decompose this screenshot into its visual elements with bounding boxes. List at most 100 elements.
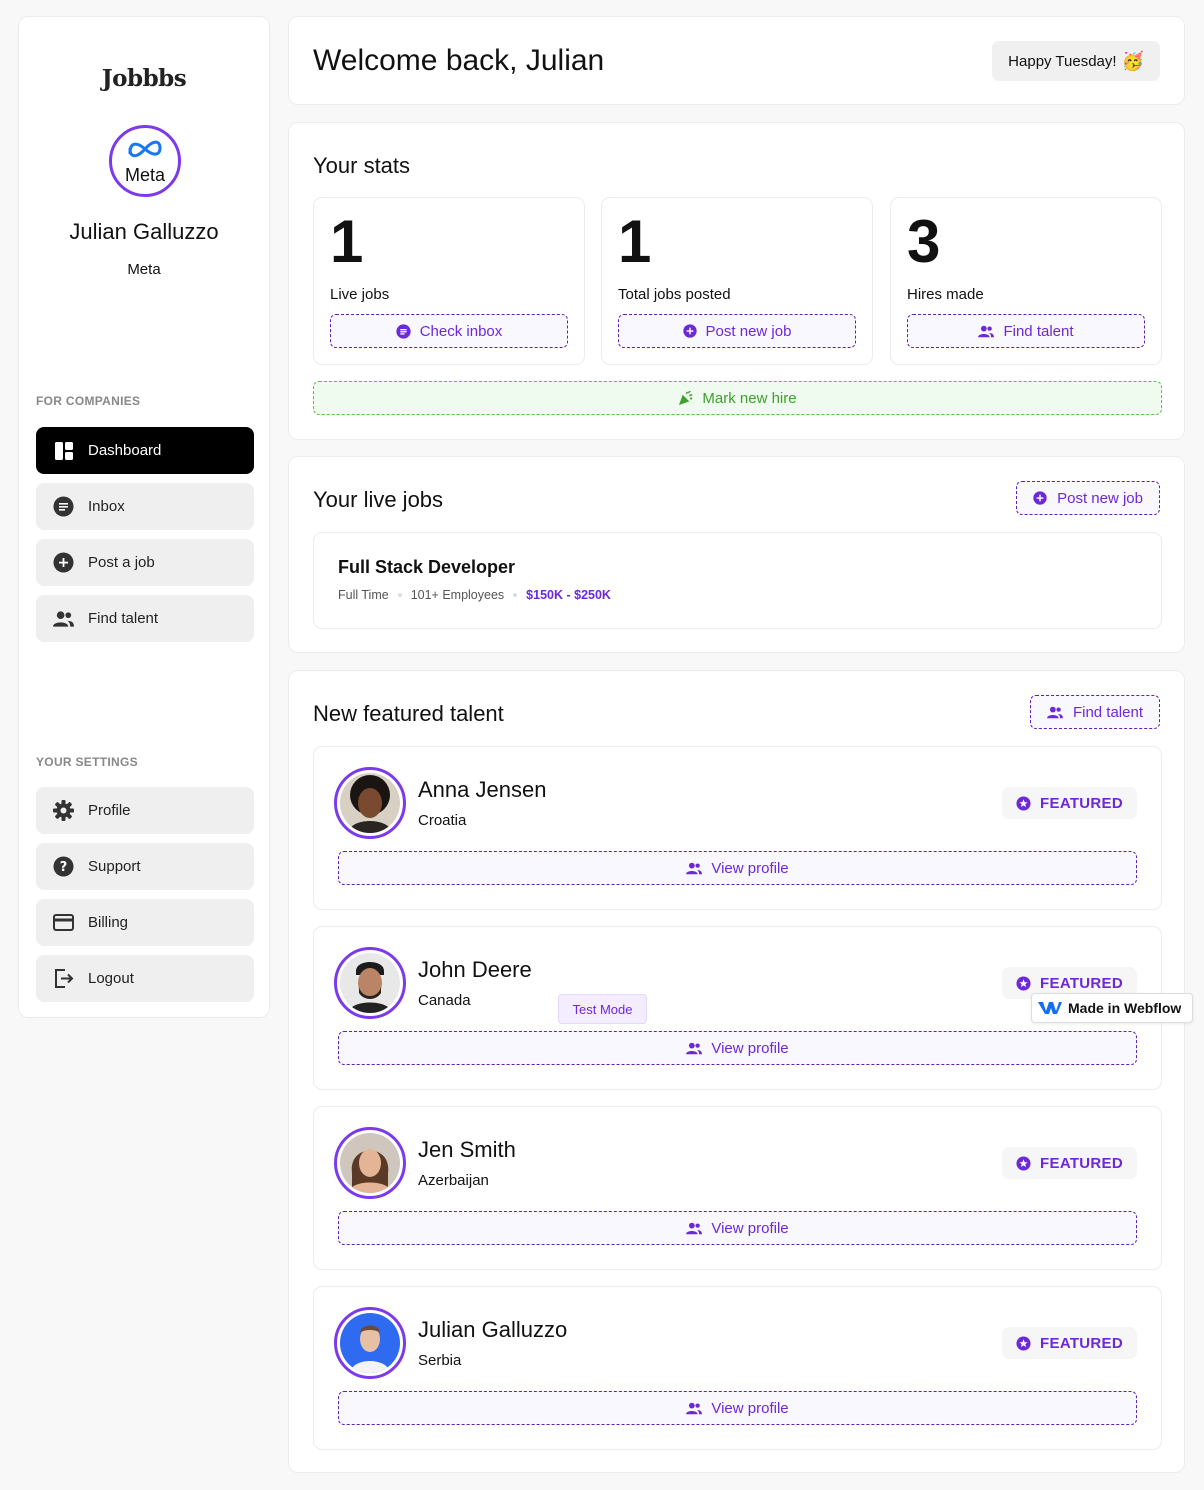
plus-circle-icon: [1033, 491, 1047, 505]
greeting-text: Happy Tuesday!: [1008, 52, 1117, 70]
stat-label: Hires made: [907, 286, 984, 303]
talent-card: Jen Smith Azerbaijan FEATURED View profi…: [313, 1106, 1162, 1270]
post-new-job-button[interactable]: Post new job: [618, 314, 856, 348]
sidebar-item-find-talent[interactable]: Find talent: [36, 595, 254, 642]
party-popper-icon: [678, 390, 693, 406]
inbox-icon: [396, 323, 411, 339]
users-icon: [686, 862, 703, 875]
view-profile-button[interactable]: View profile: [338, 851, 1137, 885]
gear-icon: [53, 800, 74, 821]
stat-value: 1: [330, 208, 364, 275]
section-title-companies: FOR COMPANIES: [36, 394, 141, 408]
sidebar-item-label: Support: [88, 858, 141, 875]
separator-dot: [513, 593, 518, 597]
webflow-badge-label: Made in Webflow: [1068, 1000, 1182, 1016]
plus-circle-icon: [682, 324, 697, 338]
button-label: Post new job: [1057, 489, 1143, 507]
talent-location: Croatia: [418, 812, 467, 829]
button-label: Mark new hire: [702, 389, 797, 407]
users-icon: [978, 325, 995, 338]
job-meta: Full Time 101+ Employees $150K - $250K: [338, 588, 611, 602]
users-icon: [686, 1042, 703, 1055]
company-logo-text: Meta: [124, 165, 166, 185]
sidebar-item-dashboard[interactable]: Dashboard: [36, 427, 254, 474]
view-profile-button[interactable]: View profile: [338, 1391, 1137, 1425]
button-label: Post new job: [705, 322, 792, 340]
test-mode-badge: Test Mode: [558, 994, 647, 1024]
talent-name: Julian Galluzzo: [418, 1317, 568, 1342]
made-in-webflow-badge[interactable]: Made in Webflow: [1031, 993, 1193, 1023]
button-label: View profile: [711, 1399, 789, 1417]
button-label: View profile: [711, 859, 789, 877]
inbox-icon: [53, 496, 74, 517]
sidebar-item-inbox[interactable]: Inbox: [36, 483, 254, 530]
company-logo: Meta: [109, 125, 181, 197]
logout-icon: [53, 968, 74, 989]
star-badge-icon: [1016, 975, 1031, 991]
avatar[interactable]: [334, 1307, 406, 1379]
find-talent-button[interactable]: Find talent: [1029, 695, 1160, 729]
button-label: Check inbox: [419, 322, 503, 340]
featured-talent-section: New featured talent Find talent Anna Jen…: [288, 670, 1185, 1473]
button-label: Find talent: [1072, 703, 1143, 721]
sidebar-item-label: Dashboard: [88, 442, 162, 459]
talent-card: Julian Galluzzo Serbia FEATURED View pro…: [313, 1286, 1162, 1450]
sidebar-item-label: Post a job: [88, 554, 155, 571]
talent-name: Anna Jensen: [418, 777, 547, 802]
party-emoji-icon: 🥳: [1121, 50, 1144, 71]
talent-name: John Deere: [418, 957, 532, 982]
featured-talent-title: New featured talent: [313, 701, 504, 726]
app-logo[interactable]: Jobbbs: [19, 65, 269, 92]
star-badge-icon: [1016, 1335, 1031, 1351]
sidebar-item-logout[interactable]: Logout: [36, 955, 254, 1002]
plus-circle-icon: [53, 552, 74, 573]
talent-location: Canada: [418, 992, 471, 1009]
users-icon: [686, 1402, 703, 1415]
job-card[interactable]: Full Stack Developer Full Time 101+ Empl…: [313, 532, 1162, 629]
stat-label: Total jobs posted: [618, 286, 731, 303]
button-label: View profile: [711, 1039, 789, 1057]
job-salary: $150K - $250K: [526, 588, 611, 602]
svg-text:?: ?: [60, 860, 68, 875]
star-badge-icon: [1016, 1155, 1031, 1171]
welcome-header: Welcome back, Julian Happy Tuesday! 🥳: [288, 16, 1185, 105]
sidebar-item-billing[interactable]: Billing: [36, 899, 254, 946]
talent-location: Serbia: [418, 1352, 462, 1369]
credit-card-icon: [53, 912, 74, 933]
badge-label: FEATURED: [1040, 1154, 1123, 1172]
live-jobs-title: Your live jobs: [313, 487, 444, 512]
company-size: 101+ Employees: [410, 588, 505, 602]
sidebar-item-profile[interactable]: Profile: [36, 787, 254, 834]
view-profile-button[interactable]: View profile: [338, 1031, 1137, 1065]
talent-location: Azerbaijan: [418, 1172, 489, 1189]
webflow-logo-icon: [1038, 1000, 1062, 1016]
avatar[interactable]: [334, 947, 406, 1019]
page-title: Welcome back, Julian: [313, 44, 605, 77]
sidebar-item-label: Billing: [88, 914, 129, 931]
avatar[interactable]: [334, 767, 406, 839]
dashboard-icon: [53, 440, 74, 461]
users-icon: [53, 608, 74, 629]
sidebar-item-post-job[interactable]: Post a job: [36, 539, 254, 586]
separator-dot: [397, 593, 402, 597]
sidebar-item-label: Profile: [88, 802, 131, 819]
star-badge-icon: [1016, 795, 1031, 811]
featured-badge: FEATURED: [1002, 1147, 1137, 1179]
find-talent-button[interactable]: Find talent: [907, 314, 1145, 348]
mark-new-hire-button[interactable]: Mark new hire: [313, 381, 1162, 415]
live-jobs-section: Your live jobs Post new job Full Stack D…: [288, 456, 1185, 653]
check-inbox-button[interactable]: Check inbox: [330, 314, 568, 348]
help-icon: ?: [53, 856, 74, 877]
avatar[interactable]: [334, 1127, 406, 1199]
button-label: View profile: [711, 1219, 789, 1237]
sidebar-item-support[interactable]: ? Support: [36, 843, 254, 890]
badge-label: FEATURED: [1040, 974, 1123, 992]
badge-label: FEATURED: [1040, 794, 1123, 812]
view-profile-button[interactable]: View profile: [338, 1211, 1137, 1245]
featured-badge: FEATURED: [1002, 787, 1137, 819]
stat-card-hires: 3 Hires made Find talent: [890, 197, 1162, 365]
user-company: Meta: [127, 261, 161, 278]
stats-section: Your stats 1 Live jobs Check inbox 1 Tot…: [288, 122, 1185, 440]
post-new-job-button[interactable]: Post new job: [1016, 481, 1160, 515]
job-title[interactable]: Full Stack Developer: [338, 557, 515, 578]
